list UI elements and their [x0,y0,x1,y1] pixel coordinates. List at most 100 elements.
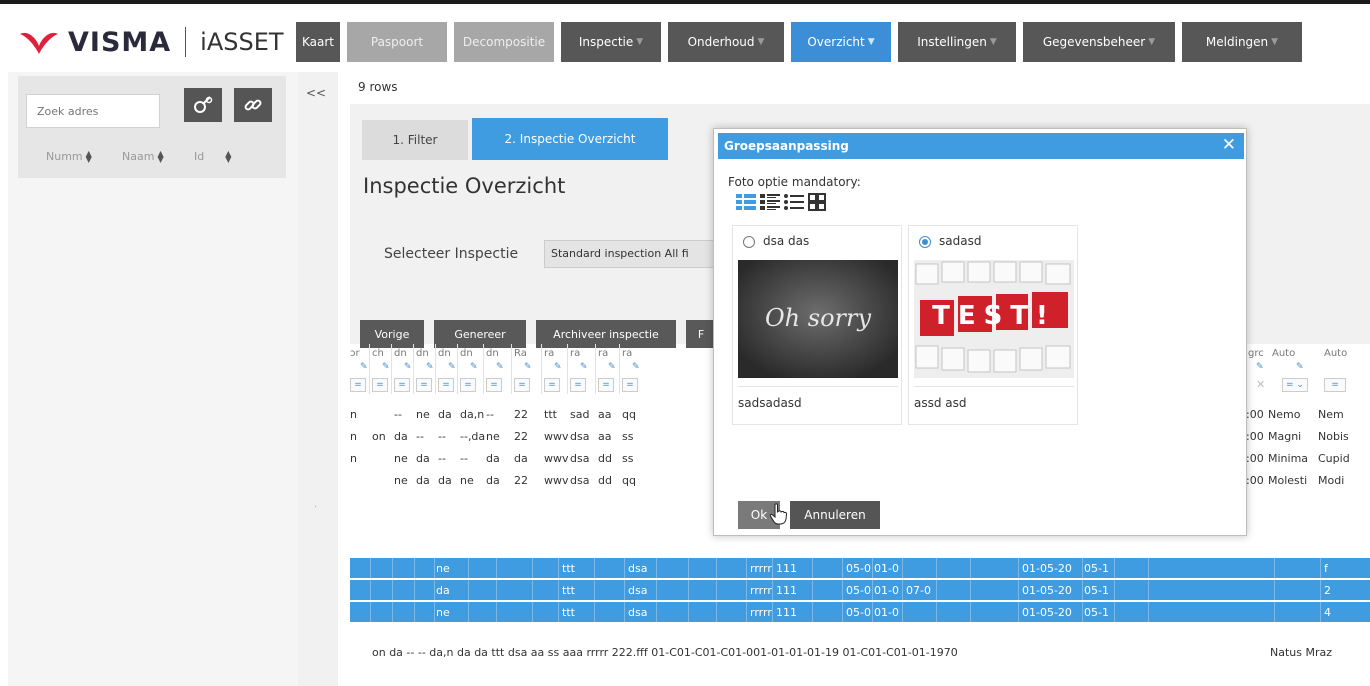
grid-cell[interactable]: ne [394,452,416,465]
grid-cell[interactable]: 22 [514,474,544,487]
grid-cell[interactable]: -- [416,430,438,443]
grid-cell[interactable]: 01-0 [874,562,899,575]
nav-paspoort[interactable]: Paspoort [347,22,447,62]
option-radio-selected[interactable] [919,236,931,248]
collapse-panel-button[interactable]: << [306,86,326,100]
grid-cell[interactable]: -- [438,430,460,443]
sort-naam[interactable]: Naam ▲ ▼ [122,149,164,163]
grid-cell[interactable]: qq [622,408,650,421]
grid-cell[interactable]: :00 [1246,408,1270,421]
column-filter[interactable]: = [1324,378,1346,392]
grid-cell[interactable]: 05-1 [1084,584,1109,597]
grid-cell[interactable]: --,da [460,430,486,443]
grid-cell[interactable]: -- [438,452,460,465]
pencil-icon[interactable]: ✎ [554,362,562,372]
grid-cell[interactable]: ttt [544,408,570,421]
column-header[interactable]: Auto [1324,348,1370,359]
grid-cell[interactable]: 05-1 [1084,606,1109,619]
column-filter[interactable]: = [544,378,560,392]
nav-onderhoud[interactable]: Onderhoud ▼ [668,22,784,62]
tab-filter[interactable]: 1. Filter [362,120,468,160]
grid-cell[interactable]: n [350,452,372,465]
nav-decompositie[interactable]: Decompositie [454,22,554,62]
pencil-icon[interactable]: ✎ [382,362,390,372]
sort-id[interactable]: Id ▲ ▼ [194,149,231,163]
pencil-icon[interactable]: ✎ [496,362,504,372]
grid-cell[interactable]: -- [460,452,486,465]
column-header[interactable]: ch [372,348,392,359]
grid-cell[interactable]: dsa [570,474,598,487]
grid-cell[interactable]: 01-05-20 [1022,584,1072,597]
clear-filter-icon[interactable]: ✕ [1256,378,1265,391]
tab-inspectie-overzicht[interactable]: 2. Inspectie Overzicht [472,118,668,160]
nav-meldingen[interactable]: Meldingen ▼ [1182,22,1302,62]
column-header[interactable]: dn [394,348,414,359]
grid-cell[interactable]: -- [486,408,514,421]
grid-cell[interactable]: qq [622,474,650,487]
pencil-icon[interactable]: ✎ [1256,362,1264,372]
grid-cell[interactable]: Minima [1268,452,1314,465]
nav-kaart[interactable]: Kaart [296,22,340,62]
column-header[interactable]: dn [438,348,458,359]
grid-cell[interactable]: ne [394,474,416,487]
nav-gegevensbeheer[interactable]: Gegevensbeheer ▼ [1023,22,1175,62]
grid-cell[interactable]: da [416,452,438,465]
address-search-input[interactable] [26,94,160,128]
grid-cell[interactable]: 22 [514,430,544,443]
grid-cell[interactable]: Natus Mraz [1270,646,1368,659]
grid-cell[interactable]: 01-0 [874,606,899,619]
collapse-handle[interactable]: · [314,502,317,513]
sort-nummer[interactable]: Numm ▲ ▼ [46,149,92,163]
grid-cell[interactable]: da [438,474,460,487]
column-header[interactable]: ra [622,348,642,359]
pencil-icon[interactable]: ✎ [426,362,434,372]
column-filter[interactable]: = [372,378,388,392]
column-header[interactable]: ra [570,348,590,359]
grid-cell[interactable]: Cupid [1318,452,1362,465]
list-view-icon[interactable] [784,193,804,211]
grid-cell[interactable]: ne [436,606,450,619]
grid-cell[interactable]: 01-05-20 [1022,606,1072,619]
link-button[interactable] [234,88,272,122]
column-header[interactable]: ra [544,348,564,359]
grid-cell[interactable]: dsa [628,584,647,597]
column-header[interactable]: dn [416,348,436,359]
grid-cell[interactable]: ttt [562,606,575,619]
column-filter[interactable]: = ⌄ [1282,378,1308,392]
grid-cell[interactable]: 111 [776,584,797,597]
grid-cell[interactable]: :00 [1246,430,1270,443]
grid-cell[interactable]: Nemo [1268,408,1314,421]
grid-cell[interactable]: 07-0 [906,584,931,597]
grid-cell[interactable]: dd [598,474,622,487]
pencil-icon[interactable]: ✎ [632,362,640,372]
nav-instellingen[interactable]: Instellingen ▼ [898,22,1016,62]
column-filter[interactable]: = [486,378,502,392]
column-header[interactable]: ra [598,348,618,359]
select-inspection-dropdown[interactable]: Standard inspection All fi [544,240,724,268]
grid-cell[interactable]: dsa [570,430,598,443]
column-header[interactable]: ɔr [350,348,370,359]
grid-cell[interactable]: ne [416,408,438,421]
nav-inspectie[interactable]: Inspectie ▼ [561,22,661,62]
grid-cell[interactable]: da [436,584,450,597]
grid-cell[interactable]: dd [598,452,622,465]
grid-cell[interactable]: n [350,430,372,443]
grid-cell[interactable]: :00 [1246,474,1270,487]
grid-row[interactable]: on da -- -- da,n da da ttt dsa aa ss aaa… [372,646,1242,659]
grid-cell[interactable]: aa [598,430,622,443]
grid-cell[interactable]: ne [460,474,486,487]
grid-cell[interactable]: da [486,474,514,487]
grid-cell[interactable]: n [350,408,372,421]
photo-option-card[interactable]: sadasd TEST! assd asd [908,225,1078,425]
grid-cell[interactable]: 22 [514,408,544,421]
column-header[interactable]: Auto [1272,348,1320,359]
grid-cell[interactable]: da [514,452,544,465]
grid-cell[interactable]: 05-1 [1084,562,1109,575]
grid-cell[interactable]: da,n [460,408,486,421]
grid-view-icon[interactable] [808,193,826,211]
grid-cell[interactable]: Nem [1318,408,1362,421]
grid-cell[interactable]: ttt [562,584,575,597]
grid-cell[interactable]: 01-0 [874,584,899,597]
column-header[interactable]: dn [460,348,480,359]
grid-cell[interactable]: 05-0 [846,562,871,575]
